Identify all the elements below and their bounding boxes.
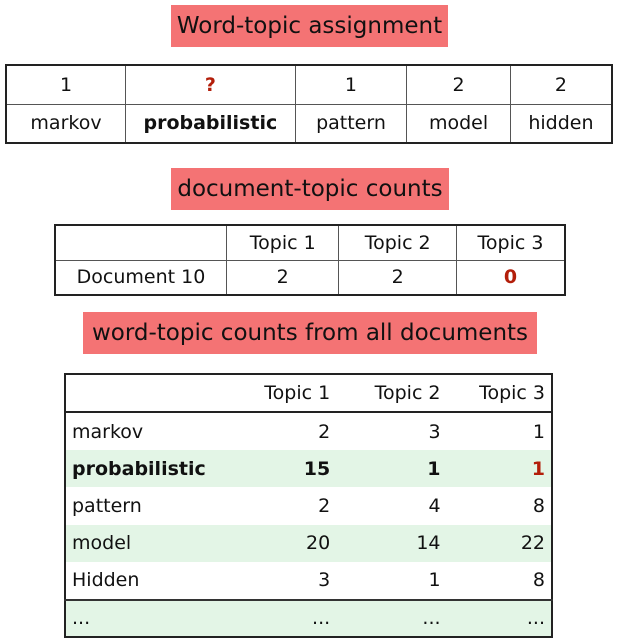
column-header: Topic 3	[479, 382, 545, 405]
assignment-word-cell: pattern	[294, 103, 408, 144]
assignment-topic-row: 1 ? 1 2 2	[5, 64, 613, 105]
column-header: Topic 2	[338, 224, 457, 261]
row-label: Document 10	[54, 259, 227, 296]
count-cell: 1	[428, 569, 441, 592]
count-cell-highlighted: 1	[531, 457, 545, 480]
count-cell: 4	[428, 494, 441, 517]
count-cell: 1	[427, 457, 441, 480]
table-row: Hidden 3 1 8	[65, 562, 552, 599]
assignment-topic-cell: 1	[294, 64, 408, 105]
count-cell: 20	[305, 532, 331, 555]
assignment-topic-cell: 2	[406, 64, 511, 105]
count-cell: 22	[520, 532, 545, 555]
empty-header-cell	[65, 374, 248, 412]
document-topic-counts-table: Topic 1 Topic 2 Topic 3 Document 10 2 2 …	[54, 224, 566, 296]
count-cell: 2	[318, 420, 331, 443]
count-cell: 3	[318, 569, 331, 592]
assignment-word-cell: hidden	[509, 103, 613, 144]
count-cell: ...	[336, 598, 447, 637]
table-row: model 20 14 22	[65, 524, 552, 563]
table-row: markov 2 3 1	[65, 412, 552, 449]
document-topic-counts-title: document-topic counts	[171, 168, 449, 210]
word-cell: pattern	[72, 494, 142, 517]
word-cell: model	[72, 532, 132, 555]
assignment-word-cell: model	[406, 103, 511, 144]
assignment-word-cell: markov	[5, 103, 127, 144]
document-topic-header-row: Topic 1 Topic 2 Topic 3	[54, 224, 566, 261]
column-header: Topic 1	[225, 224, 340, 261]
word-topic-header-row: Topic 1 Topic 2 Topic 3	[65, 374, 552, 413]
assignment-word-highlighted-cell: probabilistic	[125, 103, 296, 144]
column-header: Topic 3	[455, 224, 566, 261]
word-topic-assignment-title: Word-topic assignment	[171, 5, 448, 47]
word-cell: markov	[72, 420, 144, 443]
word-cell: ...	[65, 598, 248, 637]
count-cell: 8	[532, 494, 545, 517]
count-cell: 2	[225, 259, 340, 296]
count-cell: 3	[428, 420, 441, 443]
word-topic-assignment-table: 1 ? 1 2 2 markov probabilistic pattern m…	[5, 64, 613, 144]
assignment-word-row: markov probabilistic pattern model hidde…	[5, 103, 613, 144]
assignment-topic-cell: 2	[509, 64, 613, 105]
count-cell: 2	[338, 259, 457, 296]
word-topic-counts-table: Topic 1 Topic 2 Topic 3 markov 2 3 1 pro…	[64, 373, 553, 638]
count-cell: 1	[532, 420, 545, 443]
count-cell: 8	[532, 569, 545, 592]
column-header: Topic 1	[264, 382, 331, 405]
word-cell: probabilistic	[72, 457, 206, 480]
empty-header-cell	[54, 224, 227, 261]
word-topic-counts-title: word-topic counts from all documents	[83, 312, 537, 354]
document-topic-row: Document 10 2 2 0	[54, 259, 566, 296]
assignment-topic-cell: 1	[5, 64, 127, 105]
assignment-topic-unknown-cell: ?	[125, 64, 296, 105]
count-cell: ...	[446, 598, 552, 637]
count-cell: 2	[318, 494, 331, 517]
table-row-ellipsis: ... ... ... ...	[65, 598, 552, 637]
count-cell: ...	[247, 598, 337, 637]
word-cell: Hidden	[72, 569, 140, 592]
count-cell: 14	[416, 532, 441, 555]
column-header: Topic 2	[374, 382, 441, 405]
table-row-highlighted: probabilistic 15 1 1	[65, 449, 552, 488]
table-row: pattern 2 4 8	[65, 487, 552, 524]
count-cell: 15	[303, 457, 331, 480]
count-cell-highlighted: 0	[455, 259, 566, 296]
